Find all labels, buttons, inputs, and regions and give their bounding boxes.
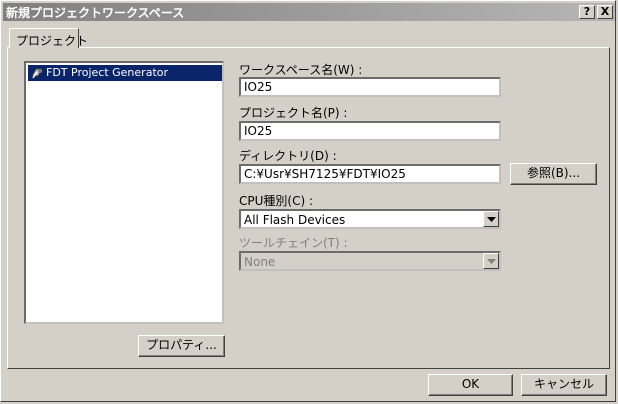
cpu-type-label: CPU種別(C) : [239, 194, 313, 208]
tab-project[interactable]: プロジェクト [9, 28, 88, 48]
cpu-type-value: All Flash Devices [244, 213, 346, 227]
toolchain-select[interactable]: None [239, 251, 501, 271]
project-type-tree[interactable]: FDT Project Generator [24, 61, 224, 324]
properties-button[interactable]: プロパティ... [138, 335, 225, 357]
help-button[interactable]: ? [579, 5, 595, 19]
chevron-down-icon[interactable] [483, 253, 499, 269]
project-name-label: プロジェクト名(P) : [239, 106, 348, 120]
project-name-input[interactable]: IO25 [239, 121, 501, 141]
toolchain-label: ツールチェイン(T) : [239, 236, 348, 250]
workspace-name-input[interactable]: IO25 [239, 77, 501, 97]
title-bar[interactable]: 新規プロジェクトワークスペース ? X [3, 3, 615, 21]
close-button[interactable]: X [597, 5, 613, 19]
browse-button[interactable]: 参照(B)... [510, 163, 597, 185]
project-generator-icon [31, 68, 43, 79]
toolchain-value: None [244, 255, 276, 269]
directory-label: ディレクトリ(D) : [239, 149, 337, 163]
workspace-name-label: ワークスペース名(W) : [239, 63, 363, 77]
cpu-type-select[interactable]: All Flash Devices [239, 209, 501, 229]
tree-item-fdt-project-generator[interactable]: FDT Project Generator [28, 65, 222, 81]
chevron-down-icon[interactable] [483, 211, 499, 227]
directory-input[interactable]: C:¥Usr¥SH7125¥FDT¥IO25 [239, 164, 501, 184]
tab-project-label: プロジェクト [16, 34, 89, 48]
new-project-workspace-dialog: 新規プロジェクトワークスペース ? X プロジェクト FDT Project G… [0, 0, 616, 402]
cancel-button[interactable]: キャンセル [521, 374, 607, 396]
ok-button[interactable]: OK [428, 374, 513, 396]
window-title: 新規プロジェクトワークスペース [6, 6, 185, 20]
tree-item-label: FDT Project Generator [46, 66, 169, 79]
